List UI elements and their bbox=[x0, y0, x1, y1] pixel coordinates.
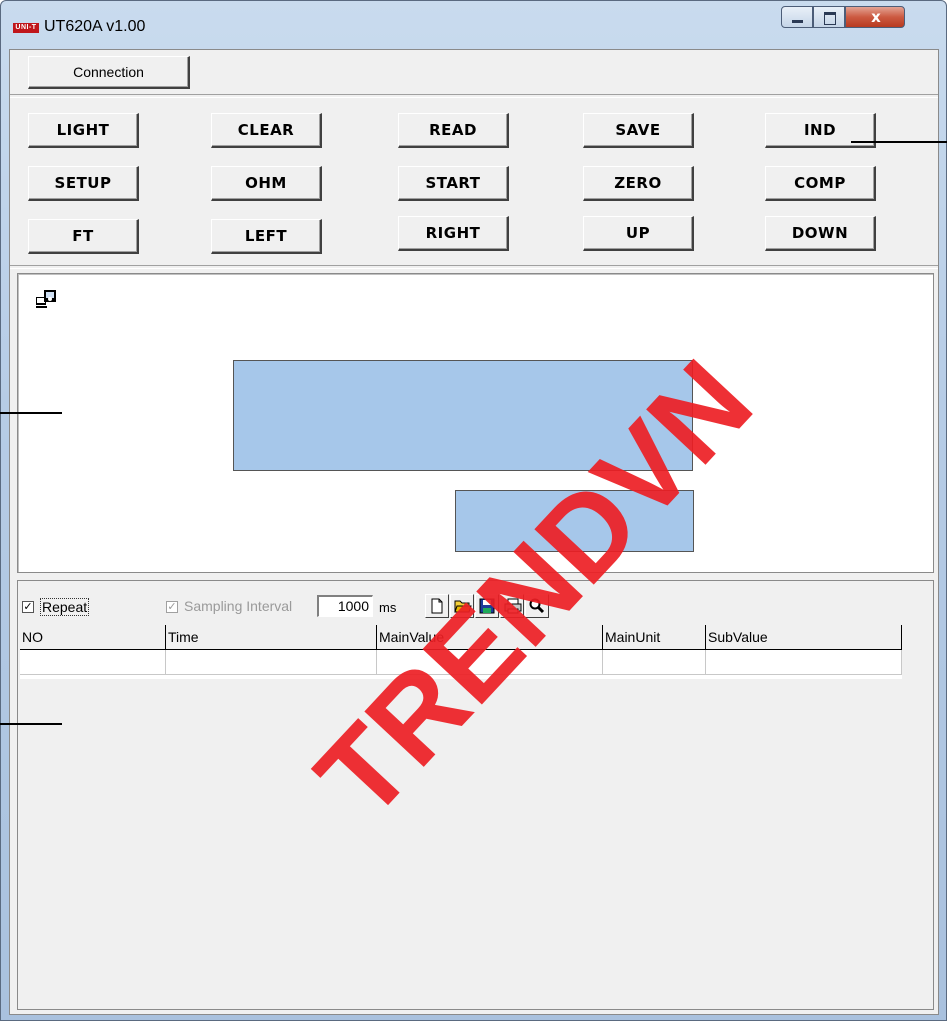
window-title: UT620A v1.00 bbox=[44, 18, 146, 35]
column-header-subvalue[interactable]: SubValue bbox=[706, 625, 902, 650]
close-button[interactable]: x bbox=[845, 6, 905, 28]
column-header-no[interactable]: NO bbox=[20, 625, 166, 650]
table-cell[interactable] bbox=[166, 650, 377, 675]
new-file-icon bbox=[431, 598, 443, 614]
save-button[interactable]: SAVE bbox=[583, 113, 694, 148]
data-table[interactable]: NO Time MainValue MainUnit SubValue bbox=[20, 625, 902, 679]
zoom-icon bbox=[529, 598, 545, 614]
app-window: UNI-T UT620A v1.00 x Connection LIGHT CL… bbox=[0, 0, 947, 1021]
sub-value-display bbox=[455, 490, 694, 552]
zoom-button[interactable] bbox=[525, 594, 549, 618]
column-header-mainvalue[interactable]: MainValue bbox=[377, 625, 603, 650]
toolbar-divider bbox=[10, 94, 938, 98]
table-cell[interactable] bbox=[377, 650, 603, 675]
callout-line-keypad bbox=[851, 141, 947, 143]
print-icon bbox=[504, 598, 522, 614]
minimize-icon bbox=[792, 20, 803, 23]
read-button[interactable]: READ bbox=[398, 113, 509, 148]
computer-connection-icon bbox=[36, 290, 56, 308]
open-folder-icon bbox=[454, 600, 472, 613]
table-cell[interactable] bbox=[603, 650, 706, 675]
interval-input[interactable]: 1000 bbox=[317, 595, 373, 617]
zero-button[interactable]: ZERO bbox=[583, 166, 694, 201]
callout-line-table bbox=[0, 723, 62, 725]
table-cell[interactable] bbox=[20, 650, 166, 675]
repeat-checkbox[interactable]: ✓ bbox=[22, 601, 34, 613]
title-bar[interactable]: UNI-T UT620A v1.00 x bbox=[1, 1, 946, 41]
interval-unit: ms bbox=[379, 600, 397, 615]
table-cell[interactable] bbox=[706, 650, 902, 675]
client-area: Connection LIGHT CLEAR READ SAVE IND SET… bbox=[9, 49, 939, 1015]
maximize-icon bbox=[824, 12, 836, 25]
start-button[interactable]: START bbox=[398, 166, 509, 201]
callout-line-display bbox=[0, 412, 62, 414]
repeat-label[interactable]: Repeat bbox=[40, 598, 90, 616]
ft-button[interactable]: FT bbox=[28, 219, 139, 254]
close-icon: x bbox=[871, 8, 881, 26]
maximize-button[interactable] bbox=[813, 6, 845, 28]
sampling-interval-checkbox[interactable]: ✓ bbox=[166, 601, 178, 613]
column-header-mainunit[interactable]: MainUnit bbox=[603, 625, 706, 650]
left-button[interactable]: LEFT bbox=[211, 219, 322, 254]
column-header-time[interactable]: Time bbox=[166, 625, 377, 650]
light-button[interactable]: LIGHT bbox=[28, 113, 139, 148]
save-disk-icon bbox=[479, 598, 495, 614]
open-button[interactable] bbox=[450, 594, 474, 618]
main-value-display bbox=[233, 360, 693, 471]
table-header: NO Time MainValue MainUnit SubValue bbox=[20, 625, 902, 650]
connection-button[interactable]: Connection bbox=[28, 56, 190, 89]
minimize-button[interactable] bbox=[781, 6, 813, 28]
right-button[interactable]: RIGHT bbox=[398, 216, 509, 251]
up-button[interactable]: UP bbox=[583, 216, 694, 251]
clear-button[interactable]: CLEAR bbox=[211, 113, 322, 148]
new-file-button[interactable] bbox=[425, 594, 449, 618]
keypad-divider bbox=[10, 265, 938, 269]
down-button[interactable]: DOWN bbox=[765, 216, 876, 251]
meter-display bbox=[17, 273, 934, 573]
ohm-button[interactable]: OHM bbox=[211, 166, 322, 201]
print-button[interactable] bbox=[500, 594, 524, 618]
uni-t-logo: UNI-T bbox=[13, 23, 39, 33]
save-file-button[interactable] bbox=[475, 594, 499, 618]
setup-button[interactable]: SETUP bbox=[28, 166, 139, 201]
sampling-interval-label: Sampling Interval bbox=[184, 598, 293, 614]
comp-button[interactable]: COMP bbox=[765, 166, 876, 201]
logging-panel: ✓ Repeat ✓ Sampling Interval 1000 ms NO … bbox=[17, 580, 934, 1010]
